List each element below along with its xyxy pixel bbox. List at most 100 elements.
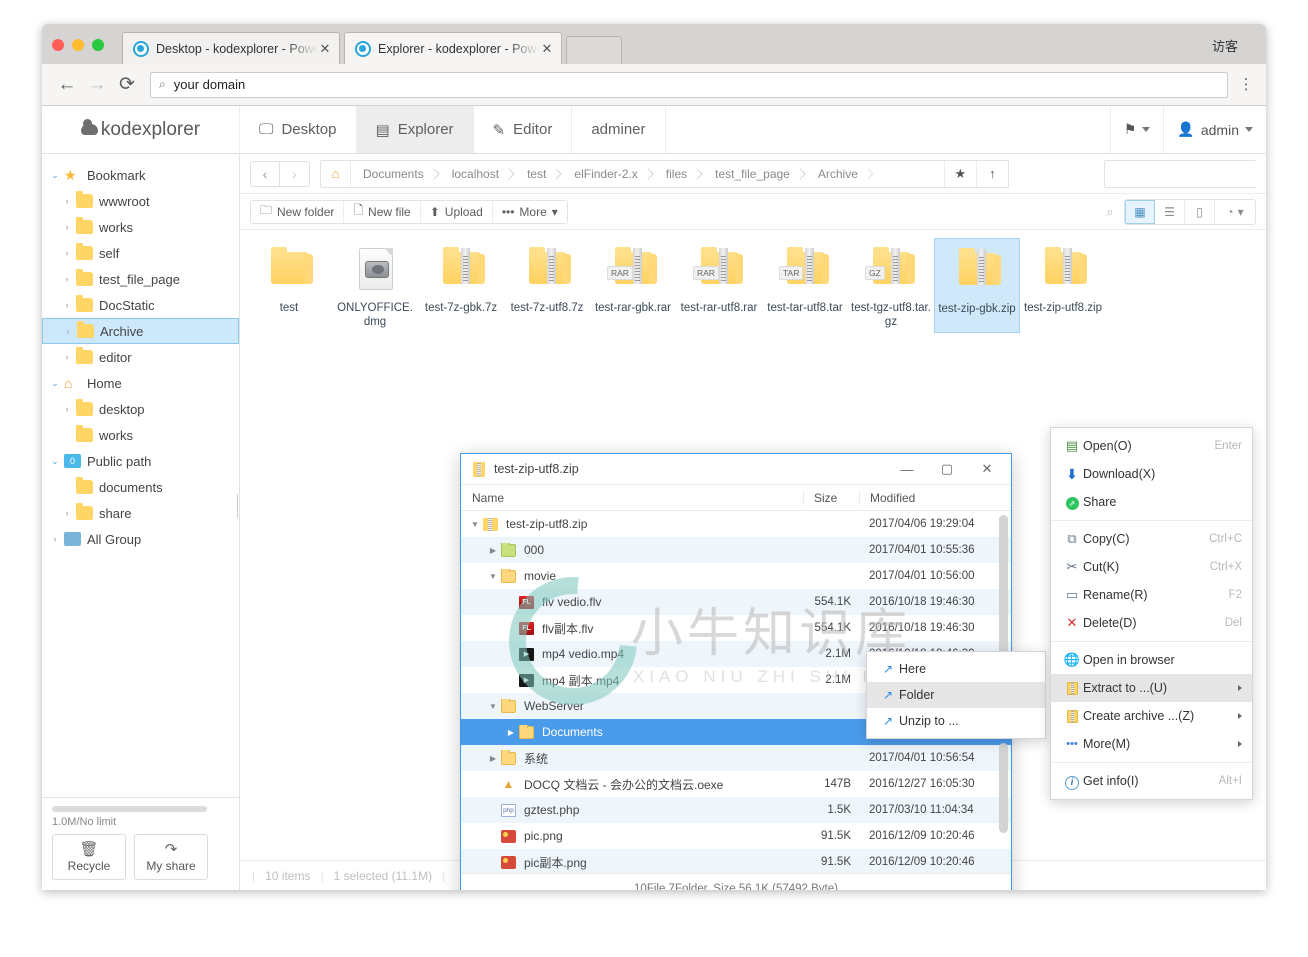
sidebar-item-bookmark[interactable]: ⌄ ★ Bookmark — [42, 162, 239, 188]
column-header-name[interactable]: Name — [461, 491, 803, 505]
app-logo[interactable]: kodexplorer — [42, 106, 240, 153]
view-settings-button[interactable]: ◔ ▾ — [1215, 199, 1255, 224]
chevron-right-icon[interactable]: › — [58, 222, 76, 232]
grid-view-button[interactable]: ▦ — [1125, 199, 1155, 224]
window-traffic-lights[interactable] — [52, 39, 104, 51]
file-item[interactable]: test-7z-gbk.7z — [418, 238, 504, 333]
browser-tab-2[interactable]: Explorer - kodexplorer - Power ✕ — [344, 32, 562, 64]
chevron-right-icon[interactable]: ▶ — [485, 754, 501, 763]
table-row[interactable]: FL flv vedio.flv 554.1K 2016/10/18 19:46… — [461, 589, 1011, 615]
language-menu[interactable]: ⚑ — [1109, 106, 1164, 153]
close-window-button[interactable] — [52, 39, 64, 51]
file-item[interactable]: ONLYOFFICE.dmg — [332, 238, 418, 333]
scrollbar-thumb[interactable] — [999, 515, 1008, 663]
maximize-window-button[interactable] — [92, 39, 104, 51]
chevron-right-icon[interactable]: › — [58, 248, 76, 258]
sidebar-item-documents[interactable]: documents — [42, 474, 239, 500]
file-item[interactable]: RAR test-rar-utf8.rar — [676, 238, 762, 333]
chevron-right-icon[interactable]: ▶ — [503, 728, 519, 737]
close-icon[interactable]: ✕ — [317, 41, 333, 57]
file-item-selected[interactable]: test-zip-gbk.zip — [934, 238, 1020, 333]
url-bar[interactable]: ⌕ your domain — [150, 71, 1228, 98]
menu-item-copy[interactable]: ⧉ Copy(C) Ctrl+C — [1051, 525, 1252, 553]
forward-icon[interactable]: → — [82, 74, 112, 96]
sidebar-item-docstatic[interactable]: › DocStatic — [42, 292, 239, 318]
chevron-down-icon[interactable]: ⌄ — [46, 378, 64, 389]
tab-editor[interactable]: ✎ Editor — [474, 106, 573, 153]
menu-item-share[interactable]: ⇗ Share — [1051, 488, 1252, 516]
file-item[interactable]: test-7z-utf8.7z — [504, 238, 590, 333]
sidebar-item-archive[interactable]: › Archive — [42, 318, 239, 344]
table-row[interactable]: ▶ 系统 2017/04/01 10:56:54 — [461, 745, 1011, 771]
maximize-button[interactable]: ▢ — [927, 454, 967, 484]
menu-item-more[interactable]: ••• More(M) — [1051, 730, 1252, 758]
menu-item-open[interactable]: ▤ Open(O) Enter — [1051, 432, 1252, 460]
chevron-right-icon[interactable]: › — [59, 326, 77, 336]
chevron-down-icon[interactable]: ⌄ — [46, 170, 64, 181]
table-row[interactable]: ▼ test-zip-utf8.zip 2017/04/06 19:29:04 — [461, 511, 1011, 537]
file-item[interactable]: RAR test-rar-gbk.rar — [590, 238, 676, 333]
sidebar-item-desktop[interactable]: › desktop — [42, 396, 239, 422]
home-icon[interactable]: ⌂ — [321, 160, 351, 187]
breadcrumb-item[interactable]: test — [515, 161, 562, 187]
breadcrumb-item[interactable]: Documents — [351, 161, 440, 187]
chevron-down-icon[interactable]: ▼ — [485, 702, 501, 711]
sidebar-item-home[interactable]: ⌄ ⌂ Home — [42, 370, 239, 396]
new-file-button[interactable]: 🗋 New file — [344, 200, 421, 223]
menu-item-cut[interactable]: ✂ Cut(K) Ctrl+X — [1051, 553, 1252, 581]
chevron-down-icon[interactable]: ▼ — [467, 520, 483, 529]
menu-item-download[interactable]: ⬇ Download(X) — [1051, 460, 1252, 488]
column-header-size[interactable]: Size — [803, 490, 859, 505]
submenu-item-folder[interactable]: ↗ Folder — [867, 682, 1045, 708]
sidebar-item-home-works[interactable]: works — [42, 422, 239, 448]
close-button[interactable]: ✕ — [967, 454, 1007, 484]
table-row[interactable]: ▶ 000 2017/04/01 10:55:36 — [461, 537, 1011, 563]
split-view-button[interactable]: ▯ — [1185, 199, 1215, 224]
table-row[interactable]: FL flv副本.flv 554.1K 2016/10/18 19:46:30 — [461, 615, 1011, 641]
chevron-right-icon[interactable]: › — [58, 300, 76, 310]
chevron-right-icon[interactable]: › — [46, 534, 64, 544]
chevron-down-icon[interactable]: ▼ — [485, 572, 501, 581]
minimize-button[interactable]: — — [887, 454, 927, 484]
new-folder-button[interactable]: 🗀 New folder — [251, 200, 345, 223]
file-context-menu[interactable]: ▤ Open(O) Enter ⬇ Download(X) ⇗ Share ⧉ — [1050, 427, 1253, 800]
tab-desktop[interactable]: 🖵 Desktop — [240, 106, 357, 153]
chevron-right-icon[interactable]: › — [58, 508, 76, 518]
sidebar-item-public-path[interactable]: ⌄ 0 Public path — [42, 448, 239, 474]
nav-back-button[interactable]: ‹ — [250, 160, 280, 187]
chevron-down-icon[interactable]: ⌄ — [46, 456, 64, 467]
scrollbar-thumb[interactable] — [999, 743, 1008, 833]
new-tab-button[interactable] — [566, 36, 622, 64]
file-item[interactable]: GZ test-tgz-utf8.tar.gz — [848, 238, 934, 333]
menu-item-open-in-browser[interactable]: 🌐 Open in browser — [1051, 646, 1252, 674]
file-item[interactable]: test-zip-utf8.zip — [1020, 238, 1106, 333]
table-row[interactable]: ▲ DOCQ 文档云 - 会办公的文档云.oexe 147B 2016/12/2… — [461, 771, 1011, 797]
upload-button[interactable]: ⬆ Upload — [420, 200, 493, 223]
menu-item-rename[interactable]: ▭ Rename(R) F2 — [1051, 581, 1252, 609]
dialog-title-bar[interactable]: test-zip-utf8.zip — ▢ ✕ — [461, 454, 1011, 485]
chevron-right-icon[interactable]: › — [58, 404, 76, 414]
list-view-button[interactable]: ☰ — [1155, 199, 1185, 224]
submenu-item-unzip-to[interactable]: ↗ Unzip to ... — [867, 708, 1045, 734]
menu-item-extract-to[interactable]: Extract to ...(U) — [1051, 674, 1252, 702]
breadcrumb-item[interactable]: files — [654, 161, 703, 187]
breadcrumb-item[interactable]: test_file_page — [703, 161, 806, 187]
submenu-item-here[interactable]: ↗ Here — [867, 656, 1045, 682]
column-header-modified[interactable]: Modified — [859, 490, 1011, 505]
breadcrumb-item[interactable]: Archive — [806, 161, 874, 187]
search-input[interactable] — [1105, 160, 1266, 187]
my-share-button[interactable]: ↷ My share — [134, 834, 208, 880]
menu-item-delete[interactable]: ✕ Delete(D) Del — [1051, 609, 1252, 637]
sidebar-item-self[interactable]: › self — [42, 240, 239, 266]
go-up-button[interactable]: ↑ — [975, 160, 1008, 187]
tab-explorer[interactable]: ▤ Explorer — [356, 106, 474, 153]
file-item[interactable]: TAR test-tar-utf8.tar — [762, 238, 848, 333]
table-row[interactable]: php gztest.php 1.5K 2017/03/10 11:04:34 — [461, 797, 1011, 823]
nav-forward-button[interactable]: › — [280, 160, 310, 187]
bookmark-star-button[interactable]: ★ — [943, 160, 976, 187]
back-icon[interactable]: ← — [52, 74, 82, 96]
sidebar-item-test-file-page[interactable]: › test_file_page — [42, 266, 239, 292]
breadcrumb-item[interactable]: localhost — [440, 161, 515, 187]
extract-submenu[interactable]: ↗ Here ↗ Folder ↗ Unzip to ... — [866, 651, 1046, 739]
sidebar-item-editor[interactable]: › editor — [42, 344, 239, 370]
